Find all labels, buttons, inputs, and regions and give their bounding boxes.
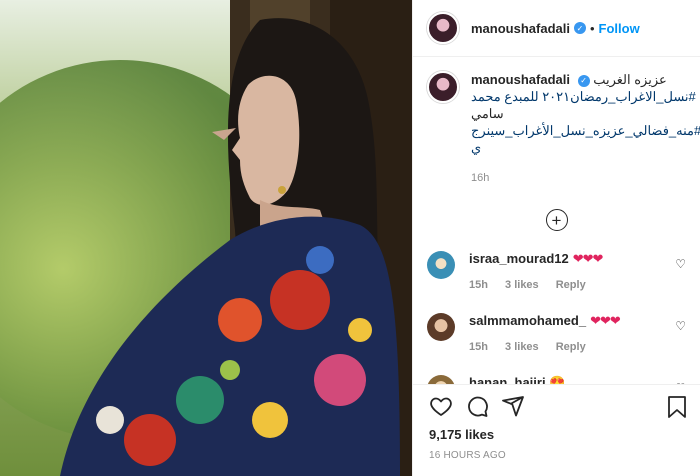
caption-time: 16h — [471, 172, 490, 184]
comment-item: israa_mourad12 ❤❤❤ 15h 3 likes Reply ♡ — [427, 251, 686, 291]
comment-username[interactable]: hanan_hajiri — [469, 375, 546, 384]
comment-item: salmmamohamed_ ❤❤❤ 15h 3 likes Reply ♡ — [427, 313, 686, 353]
comment-reply-button[interactable]: Reply — [556, 341, 586, 353]
comment-body: hanan_hajiri 😍 — [469, 375, 686, 384]
profile-avatar[interactable] — [427, 12, 459, 44]
action-icons — [429, 391, 684, 421]
comment-time: 15h — [469, 341, 488, 353]
verified-icon: ✓ — [573, 22, 586, 34]
verified-icon: ✓ — [577, 74, 590, 87]
caption-body: manoushafadali ✓ عزيزه الغريب #نسل_الاغر… — [471, 71, 700, 187]
instagram-post: manoushafadali ✓ • Follow manoushafadali… — [0, 0, 700, 476]
post-actions: 9,175 likes 16 HOURS AGO — [413, 384, 700, 476]
heart-icon[interactable] — [429, 394, 453, 418]
header-username[interactable]: manoushafadali — [471, 21, 570, 36]
comment-item: hanan_hajiri 😍 ♡ — [427, 375, 686, 384]
comment-icon[interactable] — [465, 394, 489, 418]
post-image — [0, 0, 412, 476]
caption-text-line2[interactable]: #نسل_الاغراب_رمضان٢٠٢١ للمبدع محمد — [471, 89, 696, 104]
comment-avatar[interactable] — [427, 313, 455, 341]
comment-body: salmmamohamed_ ❤❤❤ 15h 3 likes Reply — [469, 313, 686, 353]
comment-likes[interactable]: 3 likes — [505, 341, 539, 353]
comment-time: 15h — [469, 279, 488, 291]
likes-count[interactable]: 9,175 likes — [429, 427, 684, 442]
comment-like-heart-icon[interactable]: ♡ — [675, 319, 686, 333]
comment-body: israa_mourad12 ❤❤❤ 15h 3 likes Reply — [469, 251, 686, 291]
caption-hashtag-line2[interactable]: #منه_فضالي_عزيزه_نسل_الأغراب_سينرج — [471, 122, 700, 139]
load-more-comments[interactable]: + — [427, 209, 686, 231]
follow-button[interactable]: Follow — [599, 21, 640, 36]
caption-text-line1: عزيزه الغريب — [593, 72, 667, 87]
comment-username[interactable]: israa_mourad12 — [469, 251, 569, 266]
post-header: manoushafadali ✓ • Follow — [413, 0, 700, 57]
bookmark-icon[interactable] — [666, 395, 688, 419]
caption-username[interactable]: manoushafadali — [471, 72, 570, 87]
comment-avatar[interactable] — [427, 251, 455, 279]
posted-time: 16 HOURS AGO — [429, 450, 506, 461]
comment-reply-button[interactable]: Reply — [556, 279, 586, 291]
plus-circle-icon[interactable]: + — [545, 209, 568, 231]
caption-text-line3: سامي — [471, 106, 504, 121]
separator-dot: • — [589, 20, 595, 36]
comment-username[interactable]: salmmamohamed_ — [469, 313, 586, 328]
comment-meta: 15h 3 likes Reply — [469, 341, 686, 353]
post-photo[interactable] — [0, 0, 412, 476]
comment-like-heart-icon[interactable]: ♡ — [675, 257, 686, 271]
comment-likes[interactable]: 3 likes — [505, 279, 539, 291]
caption-text-line5[interactable]: ي — [471, 139, 700, 156]
comment-text: ❤❤❤ — [590, 313, 621, 328]
share-icon[interactable] — [501, 394, 525, 418]
comments-section: manoushafadali ✓ عزيزه الغريب #نسل_الاغر… — [413, 57, 700, 384]
post-caption: manoushafadali ✓ عزيزه الغريب #نسل_الاغر… — [427, 71, 700, 187]
comment-text: ❤❤❤ — [572, 251, 604, 266]
comment-avatar[interactable] — [427, 375, 455, 384]
comment-text: 😍 — [549, 375, 566, 384]
caption-avatar[interactable] — [427, 71, 459, 103]
comment-meta: 15h 3 likes Reply — [469, 279, 686, 291]
post-sidebar: manoushafadali ✓ • Follow manoushafadali… — [412, 0, 700, 476]
caption-hashtag-line[interactable]: #نسل_الاغراب_رمضان٢٠٢١ للمبدع محمد — [471, 88, 700, 105]
